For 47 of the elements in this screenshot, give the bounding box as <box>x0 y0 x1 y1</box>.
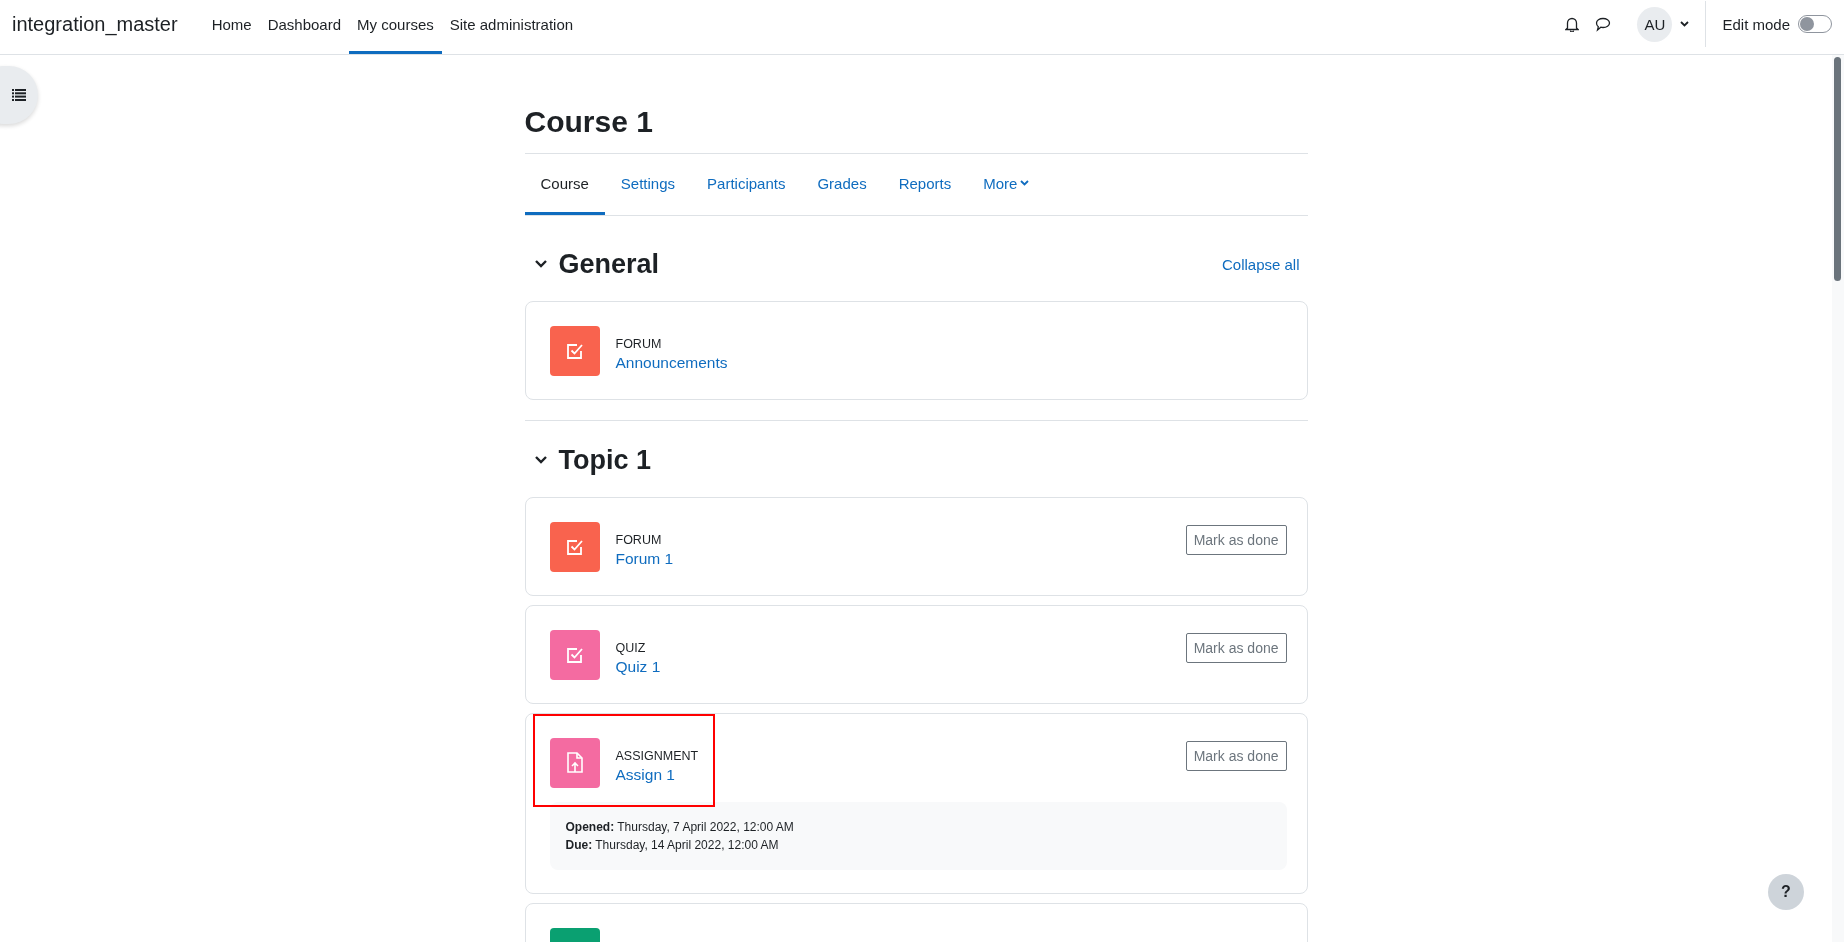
activity-icon[interactable] <box>549 630 600 680</box>
date-line: Due: Thursday, 14 April 2022, 12:00 AM <box>565 837 780 854</box>
checkbox-icon <box>565 646 584 664</box>
help-button[interactable]: ? <box>1768 874 1804 910</box>
caret-icon[interactable] <box>1680 21 1690 27</box>
activity-link[interactable]: Assign 1 <box>615 764 699 786</box>
edit-mode-toggle[interactable] <box>1798 15 1832 33</box>
section-title: Topic 1 <box>558 444 651 476</box>
activity-type: QUIZ <box>615 640 647 656</box>
activity-type: FORUM <box>615 532 663 548</box>
mark-as-done-button[interactable]: Mark as done <box>1185 525 1287 555</box>
chevron-down-icon[interactable] <box>534 456 547 464</box>
course-title: Course 1 <box>524 104 654 140</box>
mark-as-done-button[interactable]: Mark as done <box>1185 633 1287 663</box>
chat-icon[interactable] <box>1595 16 1612 32</box>
checkbox-icon <box>565 538 584 556</box>
course-tab[interactable]: More <box>967 154 1046 215</box>
site-name[interactable]: integration_master <box>12 12 178 36</box>
course-tab[interactable]: Grades <box>801 154 883 215</box>
activity-type: FORUM <box>615 336 663 352</box>
scrollbar[interactable] <box>1832 55 1844 942</box>
nav-link[interactable]: My courses <box>349 3 442 54</box>
collapse-all-link[interactable]: Collapse all <box>1221 255 1300 273</box>
list-icon <box>12 89 26 101</box>
activity-icon[interactable] <box>549 738 600 788</box>
section-title: General <box>558 248 660 280</box>
activity-icon[interactable] <box>549 522 600 572</box>
nav-link[interactable]: Home <box>203 3 260 54</box>
edit-mode-label: Edit mode <box>1722 15 1790 33</box>
bell-icon[interactable] <box>1565 16 1580 32</box>
course-tab[interactable]: Settings <box>604 154 692 215</box>
nav-link[interactable]: Dashboard <box>259 3 350 54</box>
course-tab[interactable]: Participants <box>691 154 802 215</box>
chevron-down-icon[interactable] <box>534 260 547 268</box>
activity-link[interactable]: Announcements <box>615 352 728 374</box>
activity-link[interactable]: Quiz 1 <box>615 656 661 678</box>
nav-link[interactable]: Site administration <box>441 3 582 54</box>
date-line: Opened: Thursday, 7 April 2022, 12:00 AM <box>565 819 795 836</box>
checkbox-icon <box>565 342 584 360</box>
mark-as-done-button[interactable]: Mark as done <box>1185 741 1287 771</box>
user-avatar[interactable]: AU <box>1637 6 1673 42</box>
file-upload-icon <box>566 752 583 774</box>
course-tab[interactable]: Course <box>524 154 605 215</box>
activity-type: ASSIGNMENT <box>615 748 699 764</box>
course-tab[interactable]: Reports <box>882 154 968 215</box>
activity-link[interactable]: Forum 1 <box>615 548 674 570</box>
activity-icon[interactable] <box>549 326 600 376</box>
